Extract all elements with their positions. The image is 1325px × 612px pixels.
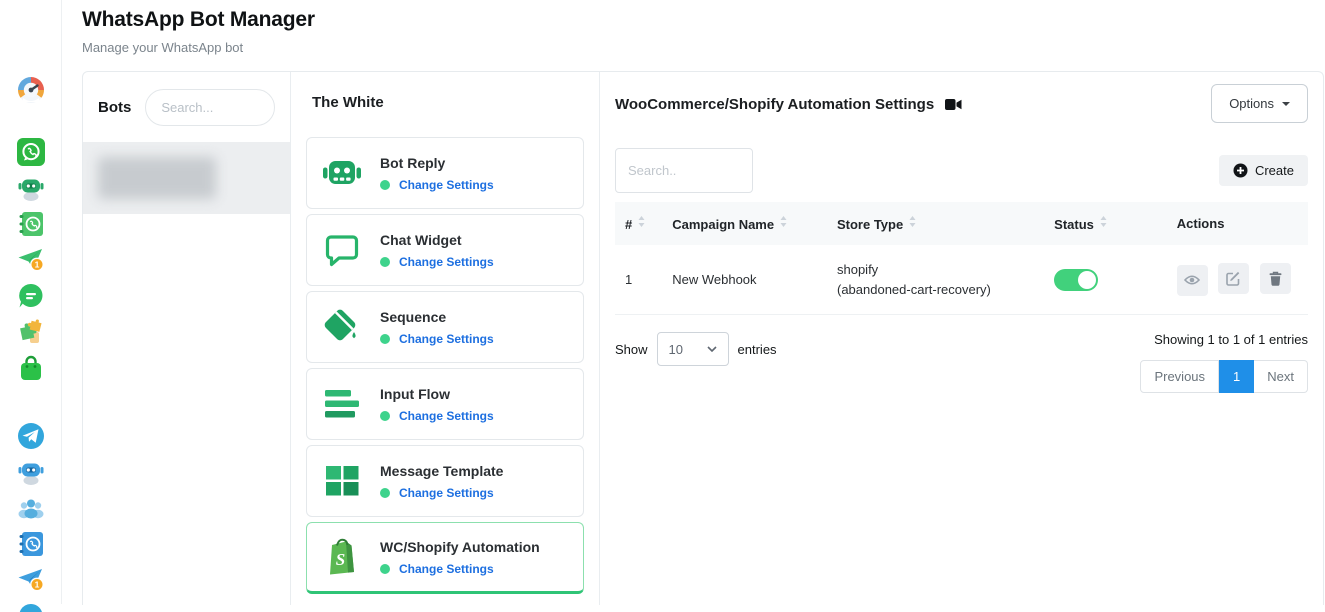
- table-row: 1 New Webhook shopify (abandoned-cart-re…: [615, 245, 1308, 315]
- feature-card-label: Chat Widget: [380, 232, 494, 248]
- automation-settings-panel: WooCommerce/Shopify Automation Settings …: [600, 72, 1323, 605]
- automation-table: # Campaign Name Store Type Status Action: [615, 202, 1308, 315]
- show-label: Show: [615, 342, 648, 357]
- change-settings-link[interactable]: Change Settings: [399, 332, 494, 346]
- feature-card-label: WC/Shopify Automation: [380, 539, 540, 555]
- page-title: WhatsApp Bot Manager: [82, 8, 1325, 32]
- pagination: Previous 1 Next: [1140, 360, 1308, 393]
- bot-features-panel: The White: [291, 72, 600, 605]
- showing-entries-text: Showing 1 to 1 of 1 entries: [1154, 332, 1308, 347]
- telegram-groups-icon[interactable]: [17, 494, 45, 522]
- feature-card-label: Bot Reply: [380, 155, 494, 171]
- options-button[interactable]: Options: [1211, 84, 1308, 123]
- sort-icon: [780, 215, 787, 230]
- whatsapp-bot-icon[interactable]: [17, 174, 45, 202]
- sort-icon: [638, 215, 645, 230]
- feature-card-sequence[interactable]: Sequence Change Settings: [306, 291, 584, 363]
- bot-name-blurred: [98, 157, 216, 199]
- change-settings-link[interactable]: Change Settings: [399, 562, 494, 576]
- entries-label: entries: [738, 342, 777, 357]
- create-button[interactable]: Create: [1219, 155, 1308, 186]
- bots-panel-title: Bots: [98, 99, 131, 116]
- bots-panel: Bots: [83, 72, 291, 605]
- integrations-icon[interactable]: [17, 318, 45, 346]
- telegram-icon[interactable]: [17, 422, 45, 450]
- edit-icon: [1226, 271, 1241, 286]
- robot-icon: [321, 152, 363, 194]
- column-header-campaign-name[interactable]: Campaign Name: [662, 202, 827, 245]
- grid-icon: [321, 460, 363, 502]
- change-settings-link[interactable]: Change Settings: [399, 486, 494, 500]
- chevron-down-icon: [1282, 102, 1290, 106]
- edit-button[interactable]: [1218, 263, 1249, 294]
- table-search-input[interactable]: [615, 148, 753, 193]
- feature-card-label: Input Flow: [380, 386, 494, 402]
- next-page-button[interactable]: Next: [1254, 360, 1308, 393]
- svg-text:1: 1: [34, 260, 39, 270]
- page-1-button[interactable]: 1: [1219, 360, 1254, 393]
- toggle-knob: [1078, 271, 1096, 289]
- feature-card-chat-widget[interactable]: Chat Widget Change Settings: [306, 214, 584, 286]
- column-header-status[interactable]: Status: [1044, 202, 1167, 245]
- sort-icon: [1100, 215, 1107, 230]
- svg-text:S: S: [336, 550, 345, 569]
- paint-bucket-icon: [321, 306, 363, 348]
- row-number-cell: 1: [615, 245, 662, 315]
- feature-card-bot-reply[interactable]: Bot Reply Change Settings: [306, 137, 584, 209]
- table-header-row: # Campaign Name Store Type Status Action: [615, 202, 1308, 245]
- telegram-contacts-icon[interactable]: [17, 530, 45, 558]
- bot-list-item-selected[interactable]: [83, 142, 290, 214]
- status-dot: [380, 488, 390, 498]
- column-header-actions: Actions: [1167, 202, 1308, 245]
- eye-icon: [1184, 274, 1200, 286]
- page-size-select[interactable]: 10: [657, 332, 729, 366]
- shopify-bag-icon: S: [321, 536, 363, 578]
- panel-title: WooCommerce/Shopify Automation Settings: [615, 96, 934, 113]
- workspace-card: Bots The White: [82, 71, 1324, 605]
- status-dot: [380, 411, 390, 421]
- status-dot: [380, 564, 390, 574]
- whatsapp-campaign-icon[interactable]: 1: [17, 246, 45, 274]
- delete-button[interactable]: [1260, 263, 1291, 294]
- view-button[interactable]: [1177, 265, 1208, 296]
- bot-name-title: The White: [312, 94, 584, 111]
- telegram-campaign-icon[interactable]: 1: [17, 566, 45, 594]
- status-dot: [380, 180, 390, 190]
- change-settings-link[interactable]: Change Settings: [399, 178, 494, 192]
- plus-circle-icon: [1233, 163, 1248, 178]
- chevron-down-icon: [707, 346, 717, 352]
- change-settings-link[interactable]: Change Settings: [399, 255, 494, 269]
- svg-text:1: 1: [34, 580, 39, 590]
- page-subtitle: Manage your WhatsApp bot: [82, 40, 1325, 55]
- app-icon-sidebar: 1: [0, 0, 62, 604]
- telegram-bot-icon[interactable]: [17, 458, 45, 486]
- previous-page-button[interactable]: Previous: [1140, 360, 1219, 393]
- campaign-name-cell: New Webhook: [662, 245, 827, 315]
- change-settings-link[interactable]: Change Settings: [399, 409, 494, 423]
- column-header-store-type[interactable]: Store Type: [827, 202, 1044, 245]
- feature-card-wc-shopify-automation[interactable]: S WC/Shopify Automation Change Settings: [306, 522, 584, 594]
- whatsapp-icon[interactable]: [17, 138, 45, 166]
- feature-card-label: Message Template: [380, 463, 503, 479]
- video-camera-icon[interactable]: [945, 98, 962, 111]
- shop-icon[interactable]: [17, 354, 45, 382]
- trash-icon: [1269, 271, 1282, 286]
- status-toggle[interactable]: [1054, 269, 1098, 291]
- whatsapp-chat-icon[interactable]: [17, 282, 45, 310]
- whatsapp-contacts-icon[interactable]: [17, 210, 45, 238]
- status-dot: [380, 257, 390, 267]
- bars-icon: [321, 383, 363, 425]
- status-dot: [380, 334, 390, 344]
- chat-bubble-icon: [321, 229, 363, 271]
- column-header-num[interactable]: #: [615, 202, 662, 245]
- bots-search-input[interactable]: [145, 89, 275, 126]
- dashboard-icon[interactable]: [17, 76, 45, 104]
- store-type-cell: shopify (abandoned-cart-recovery): [827, 245, 1044, 315]
- sort-icon: [909, 215, 916, 230]
- feature-card-input-flow[interactable]: Input Flow Change Settings: [306, 368, 584, 440]
- feature-card-message-template[interactable]: Message Template Change Settings: [306, 445, 584, 517]
- feature-card-label: Sequence: [380, 309, 494, 325]
